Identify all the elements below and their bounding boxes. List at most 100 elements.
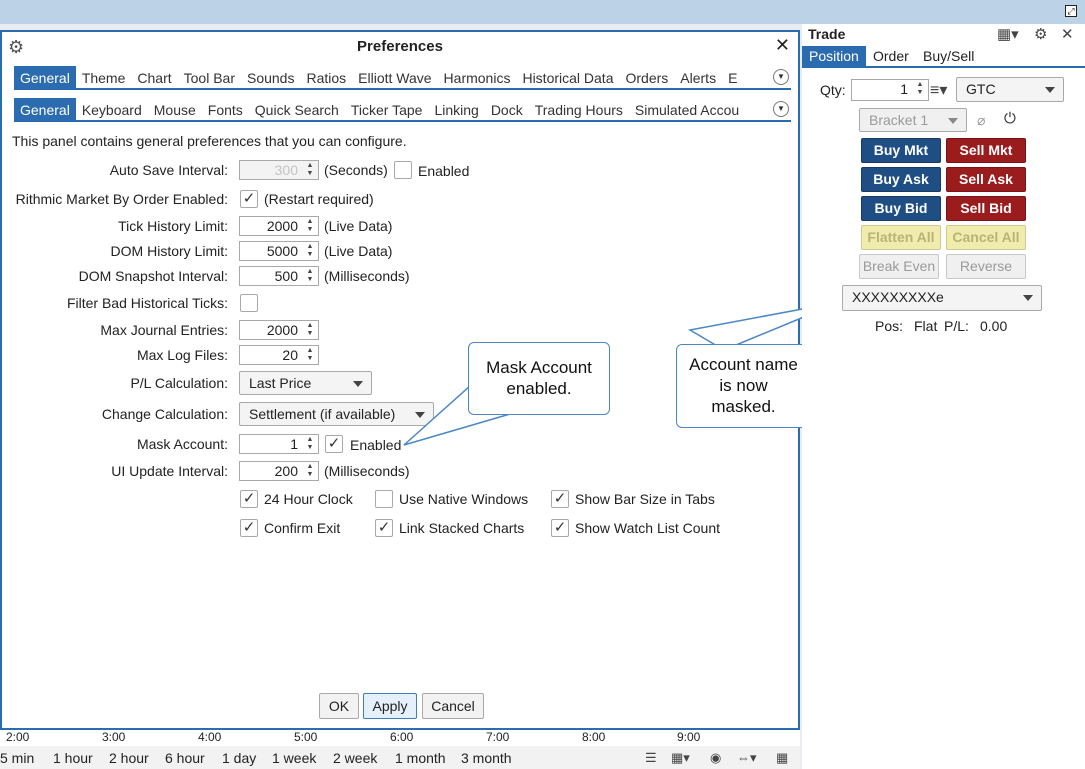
buy-mkt-button[interactable]: Buy Mkt [861,138,941,163]
change-calc-dropdown[interactable]: Settlement (if available) [239,402,434,426]
cancel-all-button[interactable]: Cancel All [946,225,1026,250]
tif-dropdown[interactable]: GTC [956,77,1064,102]
dom-snapshot-input[interactable]: 500 ▲ ▼ [239,266,319,286]
mask-account-input[interactable]: 1 ▲ ▼ [239,434,319,454]
flatten-all-button[interactable]: Flatten All [861,225,941,250]
bar-chart-icon[interactable]: ▦▾ [671,750,690,766]
reverse-button[interactable]: Reverse [946,254,1026,279]
hour-clock-checkbox[interactable]: ✓ [240,490,258,508]
tab-historical-data[interactable]: Historical Data [516,66,619,88]
subtab-fonts[interactable]: Fonts [202,98,249,120]
tick-history-input[interactable]: 2000 ▲ ▼ [239,216,319,236]
paperclip-icon[interactable]: ⌀ [977,112,985,129]
subtab-mouse[interactable]: Mouse [148,98,202,120]
fit-width-icon[interactable]: ⇔▾ [737,750,757,766]
close-icon[interactable]: ✕ [775,35,790,56]
tab-sounds[interactable]: Sounds [241,66,300,88]
tab-chart[interactable]: Chart [131,66,177,88]
close-icon[interactable]: ✕ [1061,25,1074,43]
subtab-ticker-tape[interactable]: Ticker Tape [345,98,429,120]
tab-elliott-wave[interactable]: Elliott Wave [352,66,437,88]
gear-icon[interactable]: ⚙ [1034,25,1047,43]
sell-bid-button[interactable]: Sell Bid [946,196,1026,221]
time-axis-label: 3:00 [102,730,126,744]
tab-position[interactable]: Position [802,46,866,66]
ui-update-input[interactable]: 200 ▲ ▼ [239,461,319,481]
timeframe-3-month[interactable]: 3 month [461,750,512,766]
maximize-icon[interactable]: ⤢ [1065,5,1077,17]
subtab-linking[interactable]: Linking [428,98,484,120]
tab-tool-bar[interactable]: Tool Bar [178,66,241,88]
watch-count-checkbox[interactable]: ✓ [551,519,569,537]
sell-ask-button[interactable]: Sell Ask [946,167,1026,192]
more-tabs-icon[interactable]: ▼ [773,69,789,85]
hour-clock-label: 24 Hour Clock [264,491,353,507]
tab-harmonics[interactable]: Harmonics [438,66,517,88]
buy-ask-button[interactable]: Buy Ask [861,167,941,192]
timeframe-2-week[interactable]: 2 week [333,750,377,766]
link-stacked-checkbox[interactable]: ✓ [375,519,393,537]
pl-calc-dropdown[interactable]: Last Price [239,371,372,395]
tab-orders[interactable]: Orders [619,66,674,88]
pl-value: 0.00 [980,318,1008,334]
confirm-exit-checkbox[interactable]: ✓ [240,519,258,537]
timeframe-1-month[interactable]: 1 month [395,750,446,766]
time-axis-label: 8:00 [582,730,606,744]
dom-history-unit: (Live Data) [324,243,393,259]
dom-history-input[interactable]: 5000 ▲ ▼ [239,241,319,261]
keypad-icon[interactable]: ▦▾ [997,25,1019,43]
auto-save-enabled-checkbox[interactable] [394,161,412,179]
more-tabs-icon[interactable]: ▼ [773,101,789,117]
buy-bid-button[interactable]: Buy Bid [861,196,941,221]
tab-alerts[interactable]: Alerts [674,66,722,88]
tab-buy-sell[interactable]: Buy/Sell [916,46,981,66]
rithmic-checkbox[interactable]: ✓ [240,190,258,208]
time-axis-label: 6:00 [390,730,414,744]
filter-bad-checkbox[interactable] [240,294,258,312]
bar-size-checkbox[interactable]: ✓ [551,490,569,508]
tab-order[interactable]: Order [866,46,916,66]
time-axis-label: 5:00 [294,730,318,744]
tab-ratios[interactable]: Ratios [300,66,352,88]
subtab-quick-search[interactable]: Quick Search [249,98,345,120]
list-icon[interactable]: ☰ [645,750,657,766]
mask-account-enabled-checkbox[interactable]: ✓ [325,435,343,453]
sell-mkt-button[interactable]: Sell Mkt [946,138,1026,163]
tab-e[interactable]: E [722,66,743,88]
timeframe-1-day[interactable]: 1 day [222,750,256,766]
trade-tabs: Position Order Buy/Sell [802,46,1085,68]
qty-input[interactable]: 1 ▲ ▼ [851,79,929,101]
eye-icon[interactable]: ◉ [710,750,721,766]
subtab-keyboard[interactable]: Keyboard [76,98,148,120]
subtab-simulated-accou[interactable]: Simulated Accou [629,98,745,120]
power-icon[interactable]: ⏻ [1004,110,1016,127]
dom-history-label: DOM History Limit: [110,243,228,259]
max-log-input[interactable]: 20 ▲ ▼ [239,345,319,365]
cancel-button[interactable]: Cancel [422,693,484,719]
tab-general[interactable]: General [14,66,76,88]
break-even-button[interactable]: Break Even [859,254,939,279]
list-menu-icon[interactable]: ≡▾ [930,80,947,100]
tick-history-label: Tick History Limit: [118,218,228,234]
timeframe-2-hour[interactable]: 2 hour [109,750,149,766]
tab-theme[interactable]: Theme [76,66,132,88]
subtab-trading-hours[interactable]: Trading Hours [529,98,629,120]
time-axis-label: 7:00 [486,730,510,744]
account-dropdown[interactable]: XXXXXXXXXe [842,285,1042,311]
timeframe-5-min[interactable]: 5 min [0,750,34,766]
calendar-icon[interactable]: ▦ [776,750,788,766]
timeframe-1-hour[interactable]: 1 hour [53,750,93,766]
trade-header: Trade ▦▾ ⚙ ✕ [802,24,1085,44]
bracket-dropdown[interactable]: Bracket 1 [859,108,967,132]
subtab-general[interactable]: General [14,98,76,120]
pl-calc-label: P/L Calculation: [130,375,228,391]
max-journal-input[interactable]: 2000 ▲ ▼ [239,320,319,340]
timeframe-6-hour[interactable]: 6 hour [165,750,205,766]
native-windows-checkbox[interactable] [375,490,393,508]
apply-button[interactable]: Apply [363,693,417,719]
bar-size-label: Show Bar Size in Tabs [575,491,715,507]
subtab-dock[interactable]: Dock [485,98,529,120]
auto-save-input: 300 ▲ ▼ [239,160,319,180]
ok-button[interactable]: OK [319,693,359,719]
timeframe-1-week[interactable]: 1 week [272,750,316,766]
